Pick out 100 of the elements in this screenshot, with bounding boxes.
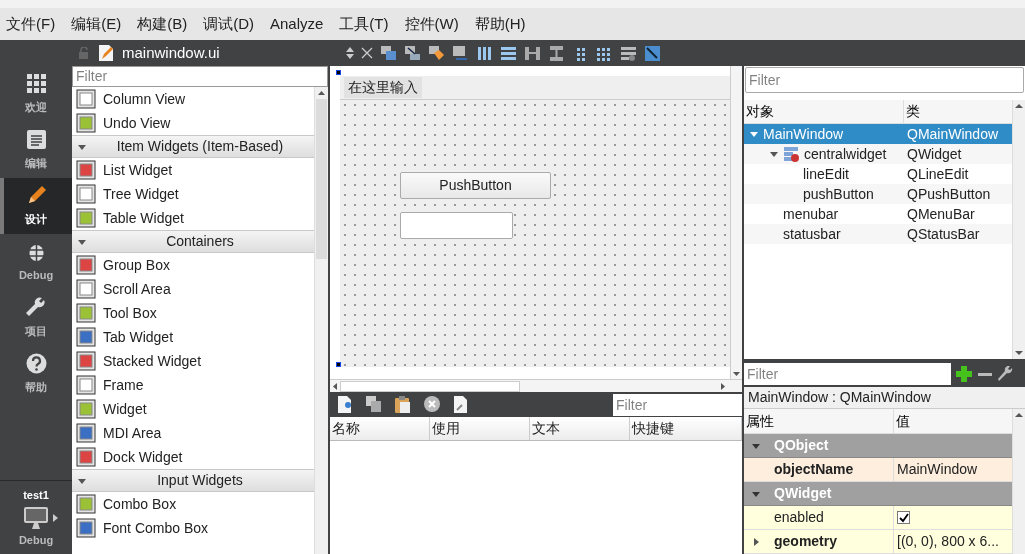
mode-button[interactable]: 帮助 — [0, 346, 72, 402]
wrench-icon[interactable] — [997, 366, 1013, 382]
split-vertical-icon[interactable] — [548, 44, 565, 62]
file-wrench-icon[interactable] — [452, 395, 470, 414]
new-file-icon[interactable] — [336, 395, 354, 414]
widget-list-item[interactable]: MDI Area — [72, 421, 314, 445]
windows-icon[interactable] — [404, 44, 421, 62]
category-header[interactable]: Containers — [72, 230, 314, 253]
widget-list-item[interactable]: Tab Widget — [72, 325, 314, 349]
collapse-arrow-icon[interactable] — [750, 130, 758, 138]
widget-list-item[interactable]: Table Widget — [72, 206, 314, 230]
column-header[interactable]: 类 — [904, 100, 1012, 123]
widget-list-item[interactable]: Tool Box — [72, 301, 314, 325]
mode-button[interactable]: Debug — [0, 234, 72, 290]
tree-row[interactable]: centralwidget QWidget — [744, 144, 1012, 164]
menu-item[interactable]: 构建(B) — [137, 12, 188, 36]
column-header[interactable]: 值 — [894, 409, 1012, 433]
clipboard-icon[interactable] — [394, 395, 412, 414]
tag-icon[interactable] — [428, 44, 445, 62]
tree-row[interactable]: statusbar QStatusBar — [744, 224, 1012, 244]
mode-button[interactable]: 项目 — [0, 290, 72, 346]
object-class-label: MainWindow : QMainWindow — [744, 387, 1025, 409]
widget-list-item[interactable]: Combo Box — [72, 492, 314, 516]
scrollbar[interactable] — [330, 379, 742, 392]
widget-list-item[interactable]: Font Combo Box — [72, 516, 314, 540]
push-button[interactable]: PushButton — [400, 172, 551, 199]
column-header[interactable]: 属性 — [744, 409, 894, 433]
add-icon[interactable] — [955, 365, 973, 383]
tree-row[interactable]: MainWindow QMainWindow — [744, 124, 1012, 144]
mode-button[interactable]: 编辑 — [0, 122, 72, 178]
scrollbar[interactable] — [1012, 409, 1025, 554]
object-name: MainWindow — [763, 124, 844, 144]
column-header[interactable]: 文本 — [530, 417, 630, 440]
menu-item[interactable]: 文件(F) — [6, 12, 56, 36]
expand-arrow-icon[interactable] — [752, 537, 760, 546]
kit-selector[interactable] — [22, 505, 58, 530]
category-header[interactable]: Item Widgets (Item-Based) — [72, 135, 314, 158]
widget-list-item[interactable]: Scroll Area — [72, 277, 314, 301]
columns-icon[interactable] — [476, 44, 493, 62]
mode-button[interactable]: 欢迎 — [0, 66, 72, 122]
widget-list-item[interactable]: List Widget — [72, 158, 314, 182]
filter-field[interactable]: Filter — [745, 67, 1024, 93]
column-header[interactable]: 使用 — [430, 417, 530, 440]
resize-icon[interactable] — [644, 44, 661, 62]
collapse-arrow-icon[interactable] — [752, 489, 760, 498]
widget-list-item[interactable]: Group Box — [72, 253, 314, 277]
split-horizontal-icon[interactable] — [524, 44, 541, 62]
menu-item[interactable]: 编辑(E) — [71, 12, 122, 36]
copy-icon[interactable] — [365, 395, 383, 414]
menu-placeholder[interactable]: 在这里输入 — [344, 77, 422, 98]
scrollbar[interactable] — [314, 87, 328, 554]
collapse-arrow-icon[interactable] — [78, 237, 86, 246]
line-edit-field[interactable] — [400, 212, 513, 239]
property-row[interactable]: objectName MainWindow — [744, 458, 1012, 482]
menu-item[interactable]: 控件(W) — [404, 12, 459, 36]
scrollbar[interactable] — [1012, 100, 1025, 359]
property-row[interactable]: enabled — [744, 506, 1012, 530]
checkbox[interactable] — [897, 511, 910, 524]
category-label: Input Widgets — [156, 471, 244, 490]
column-header[interactable]: 名称 — [330, 417, 430, 440]
menu-item[interactable]: Analyze — [270, 12, 324, 36]
selection-handle[interactable] — [336, 70, 341, 75]
widget-icon — [76, 113, 96, 133]
document-icon — [24, 128, 48, 152]
property-row[interactable]: geometry [(0, 0), 800 x 6... — [744, 530, 1012, 554]
menu-item[interactable]: 调试(D) — [203, 12, 254, 36]
widget-list-item[interactable]: Column View — [72, 87, 314, 111]
widget-list-item[interactable]: Stacked Widget — [72, 349, 314, 373]
windows-icon[interactable] — [380, 44, 397, 62]
form-window[interactable]: 在这里输入 PushButton — [340, 76, 730, 367]
menu-item[interactable]: 帮助(H) — [474, 12, 526, 36]
delete-icon[interactable] — [423, 395, 441, 414]
project-name: test1 — [23, 488, 49, 503]
tree-row[interactable]: pushButton QPushButton — [744, 184, 1012, 204]
grid-icon — [24, 72, 48, 96]
filter-field[interactable]: Filter — [744, 363, 951, 385]
window-arrow-icon[interactable] — [452, 44, 469, 62]
object-name: lineEdit — [803, 164, 849, 184]
widget-list-item[interactable]: Widget — [72, 397, 314, 421]
widget-list-item[interactable]: Undo View — [72, 111, 314, 135]
collapse-arrow-icon[interactable] — [752, 441, 760, 450]
mode-button[interactable]: 设计 — [0, 178, 72, 234]
up-down-arrows-icon[interactable] — [346, 47, 354, 59]
widget-list-item[interactable]: Frame — [72, 373, 314, 397]
category-header[interactable]: Input Widgets — [72, 469, 314, 492]
filter-field[interactable]: Filter — [613, 393, 742, 416]
column-header[interactable]: 对象 — [744, 100, 904, 123]
selection-handle[interactable] — [336, 362, 341, 367]
collapse-arrow-icon[interactable] — [770, 150, 778, 158]
widget-list-item[interactable]: Tree Widget — [72, 182, 314, 206]
collapse-arrow-icon[interactable] — [78, 476, 86, 485]
widget-list-item[interactable]: Dock Widget — [72, 445, 314, 469]
widget-icon — [76, 399, 96, 419]
form-layout-icon[interactable] — [620, 44, 637, 62]
scrollbar[interactable] — [730, 66, 742, 379]
filter-field[interactable]: Filter — [72, 66, 328, 87]
rows-icon[interactable] — [500, 44, 517, 62]
menu-item[interactable]: 工具(T) — [339, 12, 389, 36]
collapse-arrow-icon[interactable] — [78, 142, 86, 151]
close-icon[interactable] — [361, 47, 373, 59]
